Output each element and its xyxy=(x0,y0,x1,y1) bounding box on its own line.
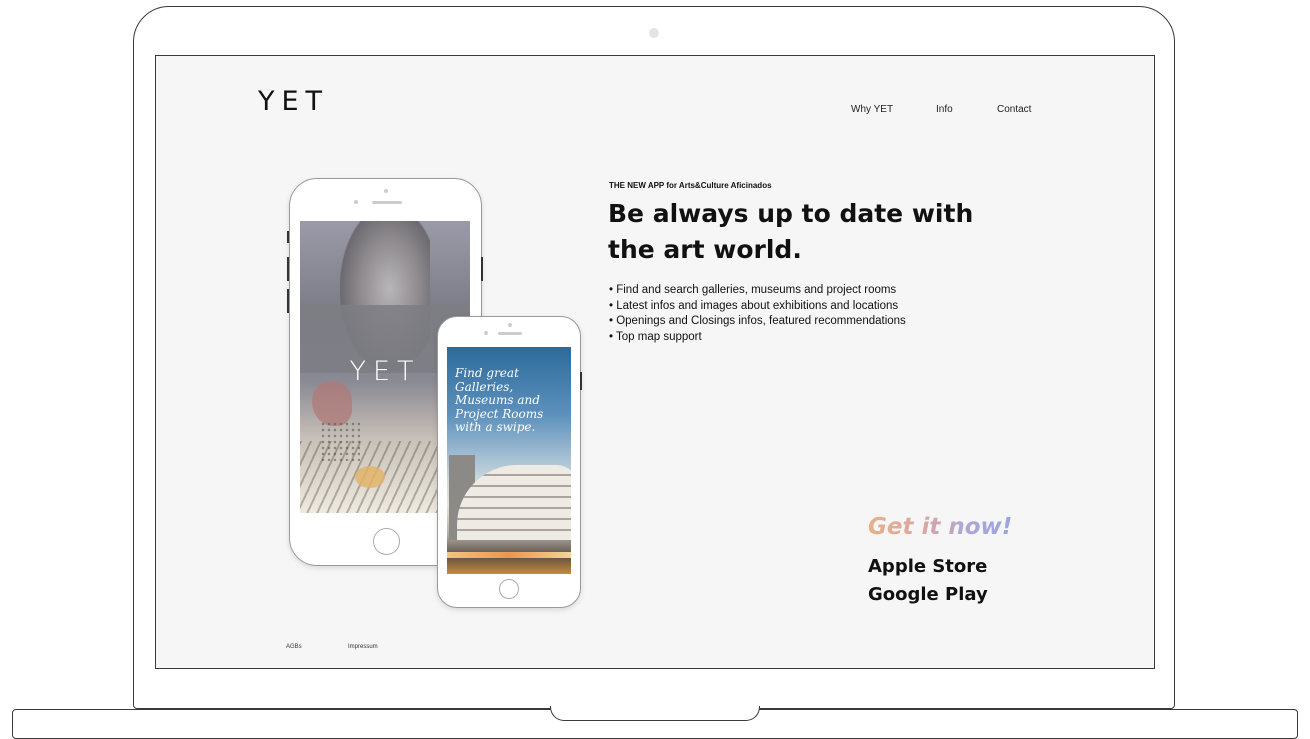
google-play-link[interactable]: Google Play xyxy=(868,584,988,605)
footer-agbs-link[interactable]: AGBs xyxy=(286,644,302,650)
cta-title: Get it now! xyxy=(868,514,1013,540)
phone-sensor-icon xyxy=(354,200,358,204)
phone-side-button xyxy=(580,372,582,390)
phone-mockup-small: Find great Galleries, Museums and Projec… xyxy=(437,316,582,608)
nav-why-yet[interactable]: Why YET xyxy=(851,104,893,115)
nav-contact[interactable]: Contact xyxy=(997,104,1031,115)
nav-info[interactable]: Info xyxy=(936,104,953,115)
apple-store-link[interactable]: Apple Store xyxy=(868,556,987,577)
hero-headline: Be always up to date with the art world. xyxy=(608,199,974,264)
feature-item: • Openings and Closings infos, featured … xyxy=(609,315,906,327)
webcam-icon xyxy=(649,28,659,38)
home-button-icon xyxy=(499,579,519,599)
phone-side-button xyxy=(287,231,289,243)
footer-impressum-link[interactable]: Impressum xyxy=(348,644,378,650)
nav-why-yet-link[interactable]: Why YET xyxy=(851,104,893,115)
phone-speaker xyxy=(498,332,522,335)
phone-speaker xyxy=(372,201,402,204)
phone-camera-icon xyxy=(508,323,512,327)
phone-sensor-icon xyxy=(484,331,488,335)
home-button-icon xyxy=(373,528,400,555)
flower-image xyxy=(355,466,385,488)
app-tagline: Find great Galleries, Museums and Projec… xyxy=(455,366,544,434)
laptop-notch xyxy=(550,706,760,721)
phone-camera-icon xyxy=(384,189,388,193)
nav-info-link[interactable]: Info xyxy=(936,104,953,115)
feature-list: • Find and search galleries, museums and… xyxy=(609,283,906,345)
site-logo[interactable]: YET xyxy=(258,86,329,117)
feature-item: • Find and search galleries, museums and… xyxy=(609,284,897,296)
phone-side-button xyxy=(481,257,483,281)
feature-item: • Top map support xyxy=(609,330,702,343)
hero-eyebrow: THE NEW APP for Arts&Culture Aficinados xyxy=(609,181,772,190)
laptop-screen: YET Why YET Info Contact THE NEW APP for… xyxy=(155,55,1155,669)
flower-image xyxy=(312,381,352,426)
nav-contact-link[interactable]: Contact xyxy=(997,104,1031,115)
app-screen-small: Find great Galleries, Museums and Projec… xyxy=(447,347,571,574)
phone-side-button xyxy=(287,257,289,281)
feature-item: • Latest infos and images about exhibiti… xyxy=(609,299,899,312)
phone-side-button xyxy=(287,289,289,313)
street-lights-image xyxy=(447,552,571,558)
